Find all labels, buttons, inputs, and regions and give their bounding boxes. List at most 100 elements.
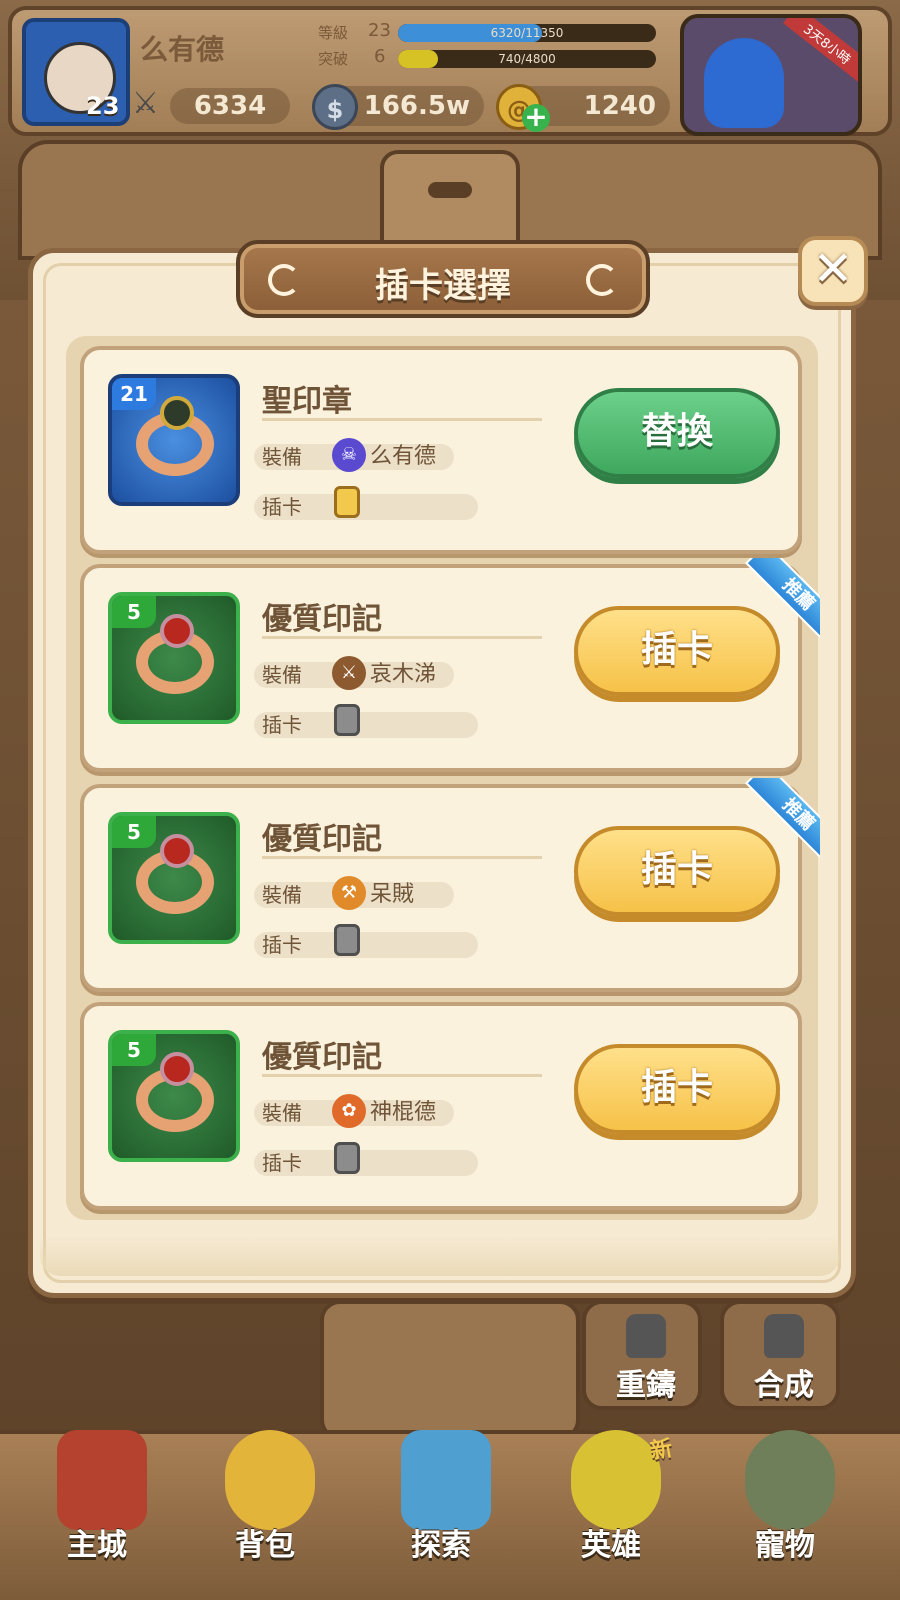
hero-icon (571, 1430, 661, 1530)
silver-coin-icon: $ (312, 84, 358, 130)
divider (262, 856, 542, 859)
gem-icon (160, 396, 194, 430)
gem-icon (160, 614, 194, 648)
breakthrough-exp-text: 740/4800 (498, 52, 556, 66)
item-card: 5 優質印記 裝備 ✿ 神棍德 插卡 插卡 (80, 1002, 802, 1210)
combat-power: 6334 (170, 88, 290, 124)
hero-portrait-icon: ⚔ (332, 656, 366, 690)
nav-main-city-label: 主城 (67, 1528, 127, 1563)
close-button[interactable]: ✕ (798, 236, 868, 306)
item-icon-frame[interactable]: 5 (108, 1030, 240, 1162)
card-label: 插卡 (262, 1151, 302, 1175)
event-character-icon (704, 38, 784, 128)
breakthrough-exp-bar: 740/4800 (398, 50, 656, 68)
recommended-label: 推薦 (744, 778, 820, 864)
hero-portrait-icon: ✿ (332, 1094, 366, 1128)
breakthrough-label: 突破 (318, 50, 349, 68)
map-icon (401, 1430, 491, 1530)
nav-heroes-label: 英雄 (581, 1528, 641, 1563)
nav-explore[interactable]: 探索 (366, 1420, 516, 1600)
card-row: 插卡 (254, 704, 478, 738)
equip-hero: 哀木涕 (370, 662, 437, 687)
add-gold-icon[interactable]: + (522, 103, 550, 132)
nav-main-city[interactable]: 主城 (22, 1420, 172, 1600)
event-timer: 3天8小時 (783, 18, 858, 82)
nav-pets[interactable]: 寵物 (710, 1420, 860, 1600)
level-exp-bar: 6320/11350 (398, 24, 656, 42)
card-row: 插卡 (254, 924, 478, 958)
divider (262, 636, 542, 639)
equip-hero: 呆賊 (370, 882, 415, 907)
item-name: 優質印記 (262, 822, 382, 857)
synthesize-label: 合成 (754, 1368, 814, 1403)
equip-hero: 么有德 (370, 444, 437, 469)
lock-icon (626, 1314, 666, 1358)
player-name: 么有德 (140, 33, 225, 66)
backpack-icon (225, 1430, 315, 1530)
item-level: 5 (112, 816, 156, 848)
dialog-title-banner: 插卡選擇 (236, 240, 650, 318)
nav-backpack[interactable]: 背包 (190, 1420, 340, 1600)
item-name: 優質印記 (262, 1040, 382, 1075)
equip-label: 裝備 (262, 883, 302, 907)
equip-label: 裝備 (262, 663, 302, 687)
breakthrough-value: 6 (374, 46, 386, 67)
locked-pet-icon (745, 1430, 835, 1530)
item-card: 21 聖印章 裝備 ☠ 么有德 插卡 替換 (80, 346, 802, 554)
divider (262, 418, 542, 421)
item-icon-frame[interactable]: 5 (108, 812, 240, 944)
lock-icon (764, 1314, 804, 1358)
card-row: 插卡 (254, 486, 478, 520)
backpack-lower (320, 1300, 580, 1440)
nav-explore-label: 探索 (411, 1528, 471, 1563)
castle-icon (57, 1430, 147, 1530)
equip-hero: 神棍德 (370, 1100, 437, 1125)
card-slot-icon (334, 704, 360, 736)
item-name: 聖印章 (262, 384, 352, 419)
item-icon-frame[interactable]: 21 (108, 374, 240, 506)
dialog-footer-decoration (40, 1236, 840, 1276)
level-label: 等級 (318, 24, 349, 42)
item-level: 5 (112, 1034, 156, 1066)
divider (262, 1074, 542, 1077)
item-name: 優質印記 (262, 602, 382, 637)
dialog-title: 插卡選擇 (375, 266, 511, 306)
insert-card-button[interactable]: 插卡 (574, 1044, 780, 1134)
reforge-button[interactable]: 重鑄 (582, 1300, 702, 1410)
replace-button[interactable]: 替換 (574, 388, 780, 478)
item-level: 5 (112, 596, 156, 628)
item-card: 5 優質印記 裝備 ⚒ 呆賊 插卡 插卡 推薦 (80, 778, 820, 992)
card-label: 插卡 (262, 495, 302, 519)
equip-row: 裝備 ☠ 么有德 (254, 438, 454, 472)
nav-pets-label: 寵物 (755, 1528, 815, 1563)
equip-row: 裝備 ✿ 神棍德 (254, 1094, 454, 1128)
player-level: 23 (86, 92, 120, 120)
card-label: 插卡 (262, 933, 302, 957)
swirl-icon (586, 264, 618, 296)
item-level: 21 (112, 378, 156, 410)
synthesize-button[interactable]: 合成 (720, 1300, 840, 1410)
recommended-label: 推薦 (744, 558, 820, 644)
card-slot-icon (334, 1142, 360, 1174)
gem-icon (160, 834, 194, 868)
equip-label: 裝備 (262, 445, 302, 469)
equip-row: 裝備 ⚔ 哀木涕 (254, 656, 454, 690)
event-banner[interactable]: 3天8小時 (680, 14, 862, 136)
recommended-tag: 推薦 (734, 778, 820, 864)
card-slot-icon (334, 924, 360, 956)
hero-portrait-icon: ⚒ (332, 876, 366, 910)
nav-backpack-label: 背包 (235, 1528, 295, 1563)
sword-icon: ⚔ (132, 86, 159, 121)
item-icon-frame[interactable]: 5 (108, 592, 240, 724)
recommended-tag: 推薦 (734, 558, 820, 644)
card-row: 插卡 (254, 1142, 478, 1176)
card-label: 插卡 (262, 713, 302, 737)
level-exp-text: 6320/11350 (490, 26, 564, 40)
gem-icon (160, 1052, 194, 1086)
hero-portrait-icon: ☠ (332, 438, 366, 472)
card-slot-icon (334, 486, 360, 518)
item-card: 5 優質印記 裝備 ⚔ 哀木涕 插卡 插卡 推薦 (80, 558, 820, 772)
equip-label: 裝備 (262, 1101, 302, 1125)
equip-row: 裝備 ⚒ 呆賊 (254, 876, 454, 910)
level-value: 23 (368, 20, 391, 41)
